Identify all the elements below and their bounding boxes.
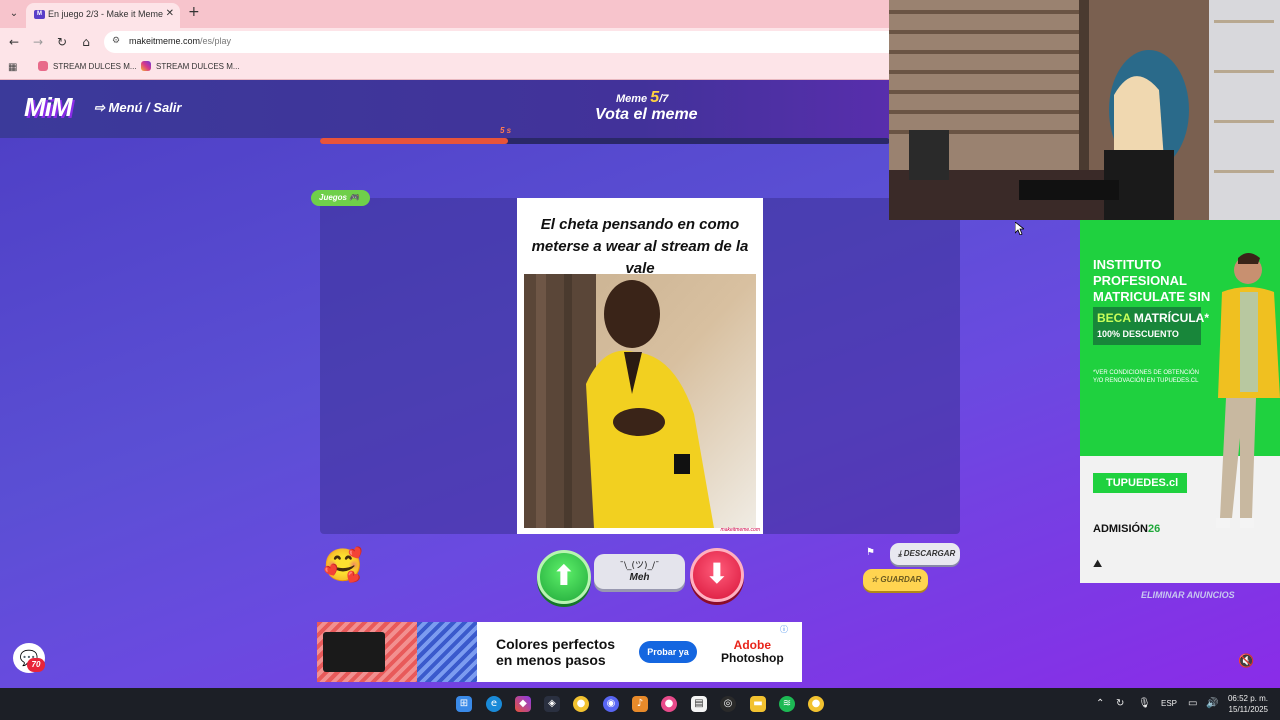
- taskbar-clock[interactable]: 06:52 p. m. 15/11/2025: [1226, 693, 1268, 715]
- ad-side-note: *VER CONDICIONES DE OBTENCIÓN Y/O RENOVA…: [1093, 370, 1200, 384]
- ad-brand: Adobe Photoshop: [721, 638, 784, 665]
- emoji-reaction-button[interactable]: 🥰: [323, 545, 363, 585]
- category-tag: Juegos 🎮: [311, 190, 370, 206]
- mim-logo[interactable]: MiM: [24, 92, 73, 123]
- timer-bar-fill: [320, 138, 509, 144]
- instagram-icon: [141, 61, 151, 71]
- browser-toolbar: ← → ↻ ⌂ ⚙ makeitmeme.com/es/play: [0, 28, 890, 56]
- webcam-overlay: [889, 0, 1280, 220]
- ad-cta-button[interactable]: Probar ya: [639, 641, 697, 663]
- bookmarks-bar: ▦ STREAM DULCES M... STREAM DULCES M...: [0, 56, 890, 80]
- url-text: makeitmeme.com/es/play: [129, 36, 232, 46]
- tray-chevron-icon[interactable]: ⌃: [1096, 698, 1104, 709]
- home-icon[interactable]: ⌂: [78, 34, 94, 50]
- back-icon[interactable]: ←: [6, 34, 22, 50]
- close-tab-icon[interactable]: ✕: [166, 8, 174, 19]
- remove-ads-link[interactable]: ELIMINAR ANUNCIOS: [1141, 590, 1235, 600]
- chrome-active-icon[interactable]: ●: [808, 696, 824, 712]
- volume-icon[interactable]: 🔊: [1206, 698, 1218, 709]
- browser-tab[interactable]: M En juego 2/3 - Make it Meme ✕: [26, 3, 180, 28]
- ad-info-icon[interactable]: ⓘ: [780, 624, 788, 635]
- discord-icon[interactable]: ◉: [603, 696, 619, 712]
- bookmark-item[interactable]: STREAM DULCES M...: [38, 61, 137, 75]
- ad-image: [317, 622, 477, 682]
- reload-icon[interactable]: ↻: [54, 34, 70, 50]
- ad-side-beca: BECA MATRÍCULA* 100% DESCUENTO: [1093, 307, 1209, 345]
- report-flag-icon[interactable]: ⚑: [866, 547, 878, 559]
- bookmark-favicon-icon: [38, 61, 48, 71]
- fl-studio-icon[interactable]: ♪: [632, 696, 648, 712]
- meme-card: El cheta pensando en como meterse a wear…: [517, 198, 763, 534]
- edge-icon[interactable]: e: [486, 696, 502, 712]
- apps-grid-icon[interactable]: ▦: [8, 62, 19, 73]
- network-icon[interactable]: ▭: [1188, 698, 1197, 709]
- vote-meh-button[interactable]: ¯\_(ツ)_/¯ Meh: [594, 554, 685, 589]
- timer-bar: [320, 138, 890, 144]
- timer-label: 5 s: [500, 126, 512, 135]
- start-windows-icon[interactable]: ⊞: [456, 696, 472, 712]
- star-icon: ☆: [871, 575, 881, 584]
- side-ad-banner[interactable]: INSTITUTO PROFESIONAL MATRICULATE SIN PA…: [1080, 220, 1280, 583]
- meme-watermark: makeitmeme.com: [720, 527, 760, 533]
- microphone-icon[interactable]: 🎙: [1138, 698, 1151, 709]
- forward-icon[interactable]: →: [30, 34, 46, 50]
- ad-stripe: [417, 622, 477, 682]
- arrow-down-icon: ⬇: [705, 557, 729, 590]
- chat-count-badge: 70: [27, 658, 45, 672]
- ad-side-admission: ADMISIÓN26: [1093, 523, 1161, 535]
- save-button[interactable]: ☆ GUARDAR: [863, 569, 928, 591]
- mouse-cursor-icon: [1015, 222, 1024, 235]
- shrug-emoticon: ¯\_(ツ)_/¯: [619, 561, 660, 571]
- site-info-icon[interactable]: ⚙: [112, 36, 124, 48]
- vote-up-button[interactable]: ⬆: [537, 550, 591, 604]
- copilot-icon[interactable]: ◆: [515, 696, 531, 712]
- vscode-icon[interactable]: ◈: [544, 696, 560, 712]
- language-indicator[interactable]: ESP: [1161, 699, 1177, 708]
- obs-icon[interactable]: ◎: [720, 696, 736, 712]
- vote-down-button[interactable]: ⬇: [690, 548, 744, 602]
- ad-color-panel: [323, 632, 385, 672]
- arrow-up-icon: ⬆: [552, 559, 576, 592]
- document-icon[interactable]: ▤: [691, 696, 707, 712]
- bookmark-item[interactable]: STREAM DULCES M...: [141, 61, 240, 75]
- tab-title: En juego 2/3 - Make it Meme: [48, 9, 164, 19]
- meme-counter: Meme 5/7: [616, 89, 669, 106]
- browser-tab-bar: ⌄ M En juego 2/3 - Make it Meme ✕ +: [0, 0, 890, 28]
- app-icon[interactable]: ●: [661, 696, 677, 712]
- page-title: Vota el meme: [595, 106, 698, 123]
- address-bar[interactable]: ⚙ makeitmeme.com/es/play: [104, 31, 890, 53]
- new-tab-icon[interactable]: +: [188, 4, 200, 20]
- meh-label: Meh: [629, 572, 650, 583]
- ad-person-image: [1200, 248, 1280, 548]
- meme-image: [524, 274, 756, 528]
- institute-logo-icon: ⛰: [1093, 557, 1103, 570]
- tray-sync-icon[interactable]: ↻: [1116, 698, 1124, 709]
- file-explorer-icon[interactable]: ▬: [750, 696, 766, 712]
- chrome-icon[interactable]: ●: [573, 696, 589, 712]
- mute-speaker-icon[interactable]: 🔇: [1238, 654, 1254, 669]
- windows-taskbar: ⊞ e ◆ ◈ ● ◉ ♪ ● ▤ ◎ ▬ ≋ ● ⌃ ↻ 🎙 ESP ▭ 🔊 …: [0, 688, 1280, 720]
- bottom-ad-banner[interactable]: Colores perfectos en menos pasos Probar y…: [317, 622, 802, 682]
- ad-side-url-button[interactable]: TUPUEDES.cl: [1093, 473, 1187, 493]
- makeitmeme-favicon-icon: M: [34, 10, 45, 19]
- tab-list-chevron-icon[interactable]: ⌄: [6, 6, 22, 22]
- ad-headline: Colores perfectos en menos pasos: [496, 636, 616, 668]
- menu-exit-link[interactable]: ⇨ Menú / Salir: [94, 100, 181, 116]
- download-button[interactable]: ⤓ DESCARGAR: [890, 543, 960, 565]
- spotify-icon[interactable]: ≋: [779, 696, 795, 712]
- meme-caption: El cheta pensando en como meterse a wear…: [531, 216, 749, 277]
